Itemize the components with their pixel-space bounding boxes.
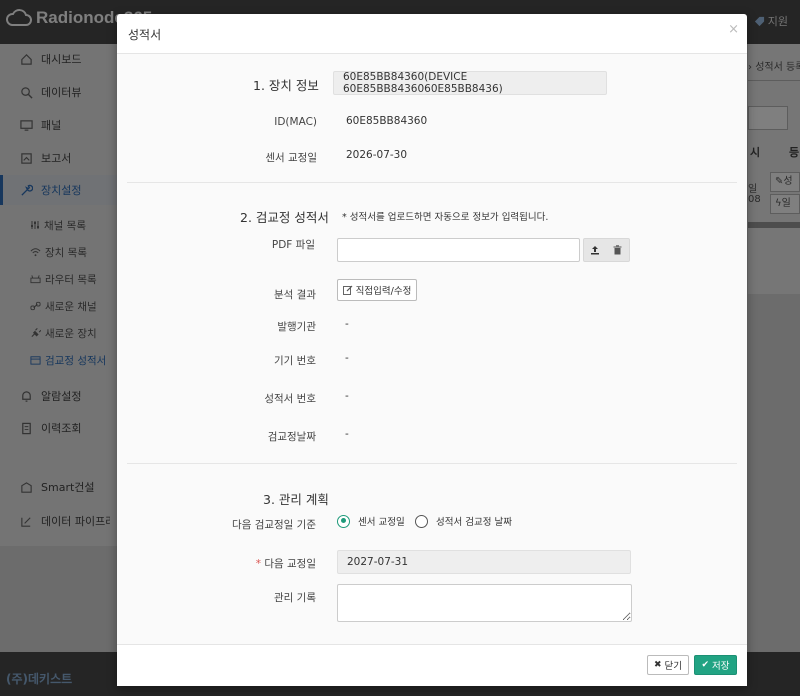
close-icon: ✖: [653, 660, 662, 670]
radio-unchecked-indicator: [415, 514, 428, 528]
close-icon[interactable]: ×: [728, 22, 739, 37]
id-mac-label: ID(MAC): [274, 116, 317, 128]
calibration-date-value: -: [345, 428, 349, 440]
section-divider: [127, 182, 737, 183]
next-calibration-label: * 다음 교정일: [136, 556, 316, 571]
edit-icon: [342, 285, 353, 295]
device-name-field: 60E85BB84360(DEVICE 60E85BB8436060E85BB8…: [333, 71, 607, 95]
radio-label: 센서 교정일: [358, 517, 405, 528]
equipment-number-label: 기기 번호: [274, 355, 316, 367]
pdf-file-label: PDF 파일: [271, 239, 315, 251]
section-divider: [127, 463, 737, 464]
save-button-label: 저장: [712, 661, 730, 672]
next-calibration-basis-label: 다음 검교정일 기준: [232, 519, 316, 531]
manual-edit-button[interactable]: 직접입력/수정: [337, 279, 417, 301]
modal-title: 성적서: [128, 28, 162, 42]
equipment-number-value: -: [345, 352, 349, 364]
analysis-result-label: 분석 결과: [274, 289, 316, 301]
section-management-title: 3. 관리 계획: [263, 492, 329, 507]
certificate-number-value: -: [345, 390, 349, 402]
pdf-file-input[interactable]: [337, 238, 580, 262]
sensor-calibration-label: 센서 교정일: [265, 152, 317, 164]
close-button-label: 닫기: [664, 661, 683, 672]
radio-label: 성적서 검교정 날짜: [436, 517, 512, 528]
upload-icon[interactable]: [584, 239, 607, 261]
radio-checked-indicator: [337, 514, 350, 528]
certificate-number-label: 성적서 번호: [264, 393, 316, 405]
close-button[interactable]: ✖ 닫기: [647, 655, 689, 675]
check-icon: ✔: [701, 660, 710, 670]
management-memo-textarea[interactable]: [337, 584, 632, 622]
file-action-group: [583, 238, 630, 262]
radio-certificate-calibration-date[interactable]: 성적서 검교정 날짜: [415, 514, 512, 528]
management-memo-label: 관리 기록: [274, 592, 316, 604]
certificate-modal: 성적서 × 1. 장치 정보 60E85BB84360(DEVICE 60E85…: [117, 14, 747, 686]
issuer-value: -: [345, 318, 349, 330]
sensor-calibration-value: 2026-07-30: [346, 149, 408, 161]
issuer-label: 발행기관: [277, 321, 316, 333]
next-calibration-date-field: 2027-07-31: [337, 550, 631, 574]
required-mark: *: [255, 558, 262, 570]
upload-note: * 성적서를 업로드하면 자동으로 정보가 입력됩니다.: [342, 212, 549, 223]
modal-header: 성적서 ×: [117, 14, 747, 54]
radio-sensor-calibration[interactable]: 센서 교정일: [337, 514, 405, 528]
section-device-info-title: 1. 장치 정보: [253, 78, 319, 93]
next-calibration-label-text: 다음 교정일: [264, 558, 316, 570]
id-mac-value: 60E85BB84360: [346, 115, 428, 127]
manual-edit-label: 직접입력/수정: [355, 286, 412, 297]
section-certificate-title: 2. 검교정 성적서: [240, 210, 329, 225]
calibration-date-label: 검교정날짜: [267, 431, 316, 443]
trash-icon[interactable]: [607, 239, 630, 261]
save-button[interactable]: ✔ 저장: [694, 655, 737, 675]
